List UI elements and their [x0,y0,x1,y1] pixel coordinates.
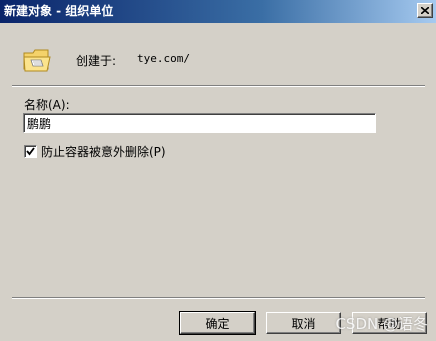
name-input[interactable] [23,113,376,133]
protect-checkbox-row[interactable]: 防止容器被意外删除(P) [24,144,166,159]
checkmark-icon [26,146,35,155]
created-in-value: tye.com/ [137,52,190,65]
close-icon [421,7,429,14]
ok-button-label: 确定 [205,316,230,331]
ok-button[interactable]: 确定 [179,311,256,335]
name-label: 名称(A): [24,98,70,112]
separator-bottom [12,297,425,299]
separator-top [12,85,425,87]
window-title: 新建对象 - 组织单位 [4,4,114,18]
title-bar[interactable]: 新建对象 - 组织单位 [0,0,436,23]
close-button[interactable] [417,3,433,18]
protect-checkbox[interactable] [24,144,37,158]
cancel-button-label: 取消 [291,316,316,331]
dialog-window: 新建对象 - 组织单位 创建于: tye.com/ 名称(A): 防止容器被意外… [0,0,436,341]
protect-checkbox-label: 防止容器被意外删除(P) [41,144,166,159]
watermark: CSDN @语冬 [335,315,428,333]
created-in-label: 创建于: [76,54,117,68]
folder-icon [22,45,52,78]
cancel-button[interactable]: 取消 [266,312,341,334]
